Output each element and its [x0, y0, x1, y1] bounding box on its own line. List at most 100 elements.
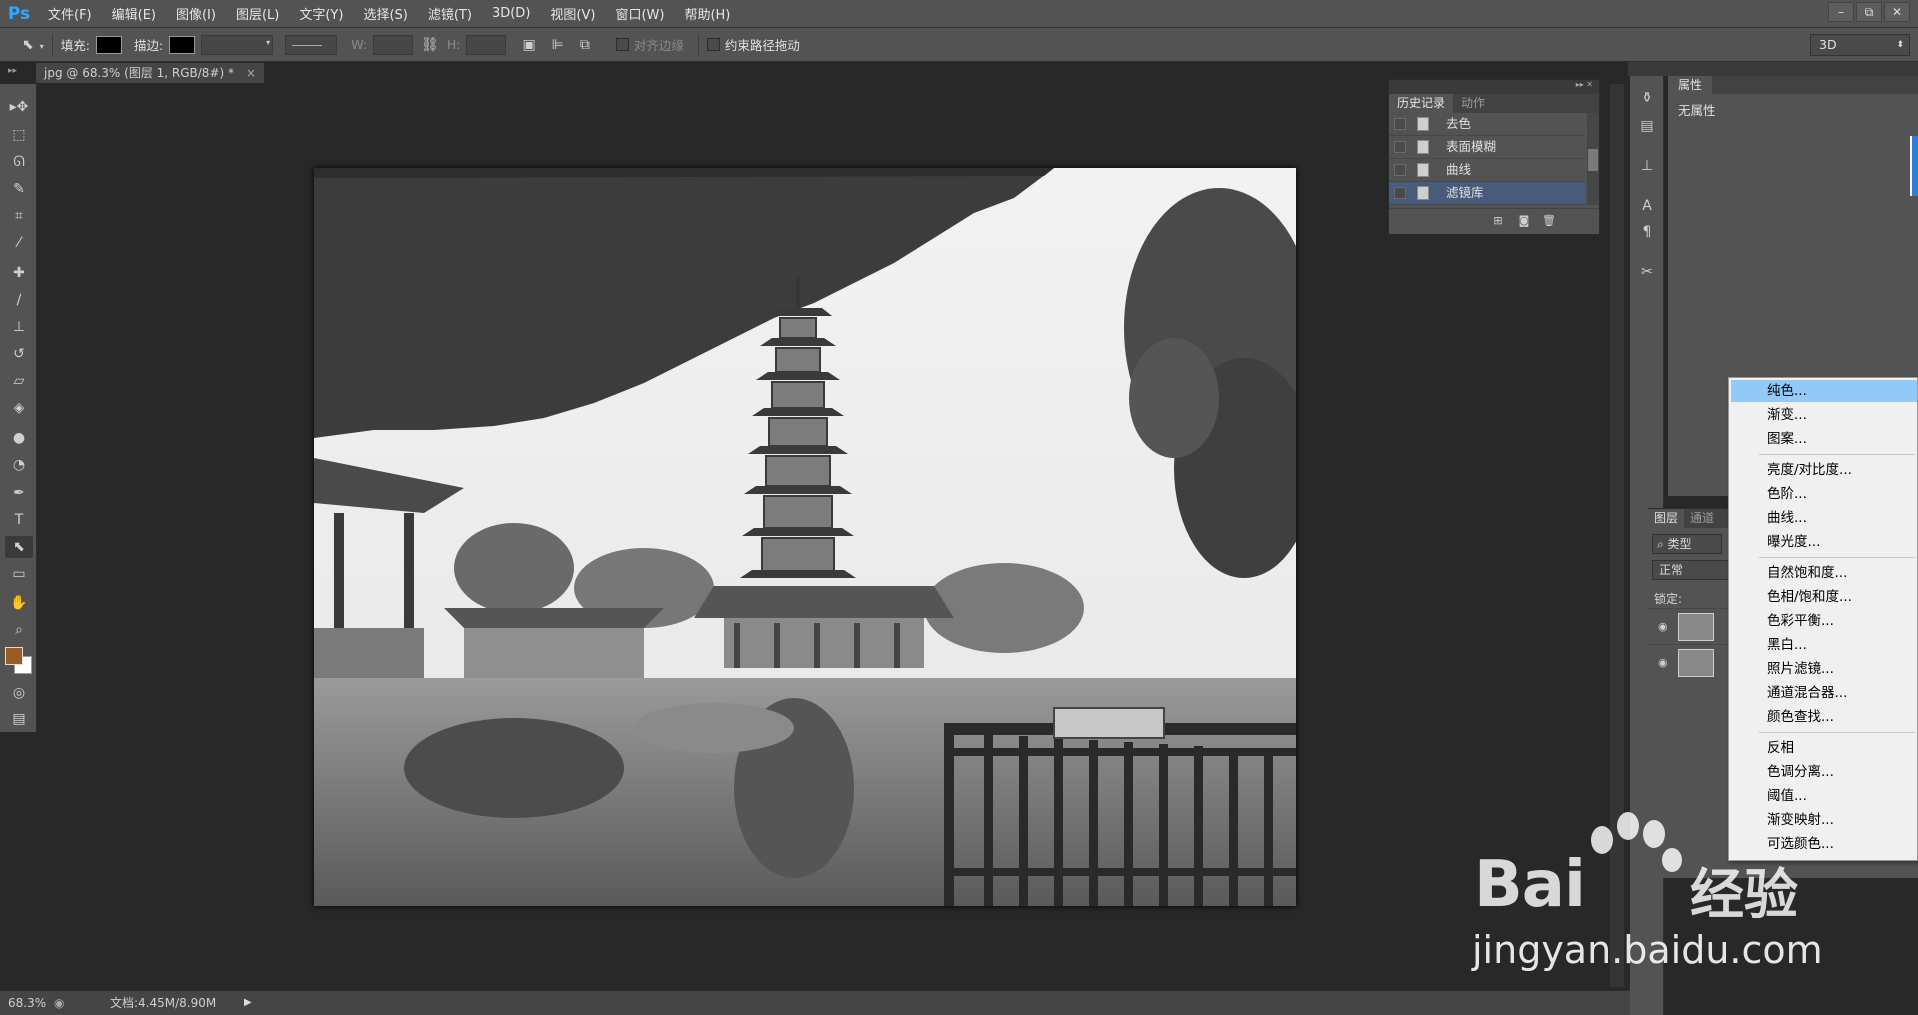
tool-presets-icon[interactable]: ✂ — [1637, 262, 1657, 282]
menu-edit[interactable]: 编辑(E) — [102, 4, 166, 23]
direct-select-tool-icon[interactable]: ⬉ — [5, 536, 33, 558]
scroll-thumb[interactable] — [1588, 149, 1598, 171]
document-tab[interactable]: jpg @ 68.3% (图层 1, RGB/8#) * × — [36, 63, 265, 83]
quick-select-tool-icon[interactable]: ✎ — [5, 178, 33, 200]
menu-item-channel-mixer[interactable]: 通道混合器... — [1731, 682, 1917, 704]
history-item[interactable]: 曲线 — [1389, 159, 1585, 182]
paint-bucket-tool-icon[interactable]: ◈ — [5, 397, 33, 419]
path-alignment-icon[interactable]: ⊫ — [552, 37, 564, 53]
brush-tool-icon[interactable]: ∕ — [5, 289, 33, 311]
menu-item-gradient[interactable]: 渐变... — [1731, 404, 1917, 426]
path-operations-icon[interactable]: ▣ — [522, 37, 535, 53]
snapshot-checkbox[interactable] — [1394, 187, 1406, 199]
menu-item-vibrance[interactable]: 自然饱和度... — [1731, 562, 1917, 584]
menu-help[interactable]: 帮助(H) — [674, 4, 740, 23]
collapse-toolbar-icon[interactable]: ▸▸ — [8, 66, 17, 76]
height-input[interactable] — [466, 34, 507, 55]
workspace-dropdown[interactable]: 3D ⬍ — [1810, 34, 1910, 56]
history-icon[interactable]: ▤ — [1637, 116, 1657, 136]
camera-icon[interactable]: ◙ — [1517, 214, 1531, 227]
status-icon[interactable]: ◉ — [54, 991, 64, 1015]
menu-file[interactable]: 文件(F) — [38, 4, 102, 23]
menu-item-solid-color[interactable]: 纯色... — [1731, 380, 1917, 402]
menu-3d[interactable]: 3D(D) — [482, 6, 540, 21]
screen-mode-icon[interactable]: ▤ — [5, 708, 33, 730]
stroke-type-dropdown[interactable] — [285, 34, 338, 55]
menu-item-curves[interactable]: 曲线... — [1731, 507, 1917, 529]
character-icon[interactable]: A — [1637, 196, 1657, 216]
move-tool-icon[interactable]: ▸✥ — [5, 96, 33, 118]
marquee-tool-icon[interactable]: ⬚ — [5, 124, 33, 146]
history-brush-tool-icon[interactable]: ↺ — [5, 343, 33, 365]
close-button[interactable]: ✕ — [1884, 2, 1910, 22]
restore-button[interactable]: ⧉ — [1856, 2, 1882, 22]
tab-history[interactable]: 历史记录 — [1389, 94, 1454, 113]
history-item[interactable]: 表面模糊 — [1389, 136, 1585, 159]
snapshot-checkbox[interactable] — [1394, 164, 1406, 176]
menu-type[interactable]: 文字(Y) — [289, 4, 353, 23]
paragraph-icon[interactable]: ¶ — [1637, 222, 1657, 242]
menu-item-hue-saturation[interactable]: 色相/饱和度... — [1731, 586, 1917, 608]
history-item-selected[interactable]: 滤镜库 — [1389, 182, 1585, 205]
eyedropper-tool-icon[interactable]: ⁄ — [5, 232, 33, 254]
visibility-eye-icon[interactable]: ◉ — [1658, 620, 1668, 633]
menu-item-pattern[interactable]: 图案... — [1731, 428, 1917, 450]
pen-tool-icon[interactable]: ✒ — [5, 482, 33, 504]
healing-brush-tool-icon[interactable]: ✚ — [5, 262, 33, 284]
crop-tool-icon[interactable]: ⌗ — [5, 205, 33, 227]
menu-item-selective-color[interactable]: 可选颜色... — [1731, 833, 1917, 855]
dodge-tool-icon[interactable]: ◔ — [5, 454, 33, 476]
constrain-path-checkbox[interactable] — [706, 38, 720, 51]
document-image[interactable] — [314, 168, 1296, 906]
close-document-icon[interactable]: × — [246, 66, 256, 80]
stroke-width-input[interactable]: ▾ — [201, 34, 274, 55]
visibility-eye-icon[interactable]: ◉ — [1658, 656, 1668, 669]
menu-item-levels[interactable]: 色阶... — [1731, 483, 1917, 505]
menu-item-color-balance[interactable]: 色彩平衡... — [1731, 610, 1917, 632]
menu-item-gradient-map[interactable]: 渐变映射... — [1731, 809, 1917, 831]
tab-properties[interactable]: 属性 — [1668, 76, 1713, 94]
trash-icon[interactable]: 🗑 — [1542, 214, 1556, 227]
snapshot-checkbox[interactable] — [1394, 118, 1406, 130]
tab-channels[interactable]: 通道 — [1684, 509, 1720, 528]
stroke-swatch[interactable] — [169, 35, 196, 54]
menu-item-posterize[interactable]: 色调分离... — [1731, 761, 1917, 783]
new-document-icon[interactable]: ⊞ — [1491, 214, 1505, 227]
menu-layer[interactable]: 图层(L) — [226, 4, 289, 23]
properties-scrollbar[interactable] — [1910, 136, 1918, 196]
menu-item-exposure[interactable]: 曝光度... — [1731, 531, 1917, 553]
align-edges-checkbox[interactable] — [615, 38, 629, 51]
rectangle-tool-icon[interactable]: ▭ — [5, 563, 33, 585]
menu-filter[interactable]: 滤镜(T) — [418, 4, 482, 23]
clone-stamp-tool-icon[interactable]: ⊥ — [5, 316, 33, 338]
path-arrangement-icon[interactable]: ⧉ — [580, 37, 590, 53]
blur-tool-icon[interactable]: ● — [5, 427, 33, 449]
menu-item-black-white[interactable]: 黑白... — [1731, 634, 1917, 656]
history-item[interactable]: 去色 — [1389, 113, 1585, 136]
menu-item-invert[interactable]: 反相 — [1731, 737, 1917, 759]
quick-mask-icon[interactable]: ◎ — [5, 682, 33, 704]
menu-image[interactable]: 图像(I) — [166, 4, 226, 23]
canvas-scrollbar[interactable] — [1610, 84, 1624, 987]
fill-swatch[interactable] — [95, 35, 122, 54]
width-input[interactable] — [373, 34, 414, 55]
snapshot-checkbox[interactable] — [1394, 141, 1406, 153]
zoom-level[interactable]: 68.3% — [8, 991, 46, 1015]
menu-item-photo-filter[interactable]: 照片滤镜... — [1731, 658, 1917, 680]
dock-collapse-bar[interactable] — [1628, 62, 1918, 76]
minimize-button[interactable]: – — [1828, 2, 1854, 22]
status-menu-arrow-icon[interactable]: ▶ — [244, 991, 252, 1015]
brush-preset-icon[interactable]: ⚱ — [1637, 88, 1657, 108]
tool-preset-picker[interactable]: ⬉ ▾ — [22, 37, 44, 53]
hand-tool-icon[interactable]: ✋ — [5, 592, 33, 614]
tab-actions[interactable]: 动作 — [1453, 94, 1493, 113]
link-icon[interactable]: ⛓ — [421, 37, 439, 53]
menu-item-threshold[interactable]: 阈值... — [1731, 785, 1917, 807]
eraser-tool-icon[interactable]: ▱ — [5, 370, 33, 392]
menu-window[interactable]: 窗口(W) — [605, 4, 674, 23]
blend-mode-dropdown[interactable]: 正常 — [1652, 560, 1732, 580]
menu-select[interactable]: 选择(S) — [353, 4, 417, 23]
menu-view[interactable]: 视图(V) — [540, 4, 605, 23]
type-tool-icon[interactable]: T — [5, 509, 33, 531]
panel-collapse-bar[interactable]: ▸▸ ✕ — [1389, 80, 1599, 94]
